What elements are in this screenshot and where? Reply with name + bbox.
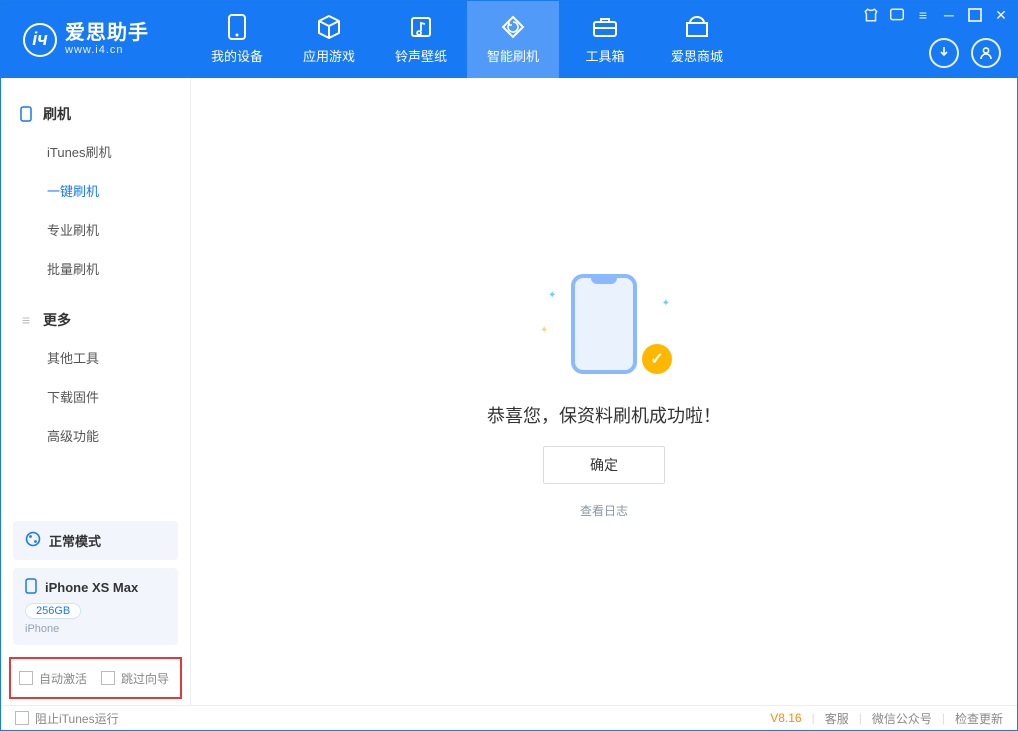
tab-label: 我的设备 xyxy=(211,46,263,65)
tab-mall[interactable]: 爱思商城 xyxy=(651,1,743,78)
app-header: iч 爱思助手 www.i4.cn 我的设备 应用游戏 铃声壁纸 智能刷机 工具… xyxy=(1,1,1017,78)
section-more: ≡ 更多 xyxy=(1,302,190,338)
tab-label: 应用游戏 xyxy=(303,46,355,65)
mode-label: 正常模式 xyxy=(49,531,101,550)
wechat-link[interactable]: 微信公众号 xyxy=(872,710,932,727)
storage-badge: 256GB xyxy=(25,603,81,619)
flash-items: iTunes刷机 一键刷机 专业刷机 批量刷机 xyxy=(1,132,190,288)
app-name: 爱思助手 xyxy=(65,22,149,44)
device-icon xyxy=(25,578,37,597)
cube-icon xyxy=(316,14,342,40)
sidebar-item-download-firmware[interactable]: 下载固件 xyxy=(47,377,190,416)
phone-icon xyxy=(19,107,33,121)
device-icon xyxy=(224,14,250,40)
ok-button[interactable]: 确定 xyxy=(543,446,665,484)
sparkle-icon: ✦ xyxy=(662,298,670,309)
tab-label: 铃声壁纸 xyxy=(395,46,447,65)
logo-icon: iч xyxy=(23,23,57,57)
download-button[interactable] xyxy=(929,38,959,68)
device-name: iPhone XS Max xyxy=(45,580,138,595)
toolbox-icon xyxy=(592,14,618,40)
sidebar-item-other-tools[interactable]: 其他工具 xyxy=(47,338,190,377)
footer: 阻止iTunes运行 V8.16 | 客服 | 微信公众号 | 检查更新 xyxy=(1,705,1017,730)
checkbox-block-itunes[interactable]: 阻止iTunes运行 xyxy=(15,710,119,727)
tab-toolbox[interactable]: 工具箱 xyxy=(559,1,651,78)
tab-label: 工具箱 xyxy=(585,46,624,65)
logo-text: 爱思助手 www.i4.cn xyxy=(65,22,149,56)
sidebar-item-pro-flash[interactable]: 专业刷机 xyxy=(47,210,190,249)
checkbox-icon xyxy=(101,671,115,685)
logo-area: iч 爱思助手 www.i4.cn xyxy=(1,22,191,56)
reflash-icon xyxy=(500,14,526,40)
tab-label: 爱思商城 xyxy=(671,46,723,65)
device-info-panel[interactable]: iPhone XS Max 256GB iPhone xyxy=(13,568,178,645)
app-url: www.i4.cn xyxy=(65,44,149,56)
checkbox-icon xyxy=(19,671,33,685)
minimize-icon[interactable]: ─ xyxy=(941,7,957,23)
list-icon: ≡ xyxy=(19,313,33,327)
section-title-label: 刷机 xyxy=(43,104,71,124)
maximize-icon[interactable] xyxy=(967,7,983,23)
version-label: V8.16 xyxy=(770,711,801,725)
menu-icon[interactable]: ≡ xyxy=(915,7,931,23)
sparkle-icon: ✦ xyxy=(548,290,556,301)
store-icon xyxy=(684,14,710,40)
tab-label: 智能刷机 xyxy=(487,46,539,65)
success-illustration: ✦ ✦ ✦ ✓ xyxy=(544,264,664,384)
window-controls: ≡ ─ ✕ xyxy=(863,7,1009,23)
customer-service-link[interactable]: 客服 xyxy=(825,710,849,727)
sidebar-item-oneclick-flash[interactable]: 一键刷机 xyxy=(47,171,190,210)
success-message: 恭喜您，保资料刷机成功啦！ xyxy=(487,402,721,428)
check-update-link[interactable]: 检查更新 xyxy=(955,710,1003,727)
view-log-link[interactable]: 查看日志 xyxy=(580,502,628,519)
section-title-label: 更多 xyxy=(43,310,71,330)
highlighted-options: 自动激活 跳过向导 xyxy=(9,657,182,699)
more-items: 其他工具 下载固件 高级功能 xyxy=(1,338,190,455)
feedback-icon[interactable] xyxy=(889,7,905,23)
main-content: ✦ ✦ ✦ ✓ 恭喜您，保资料刷机成功啦！ 确定 查看日志 xyxy=(191,78,1017,705)
sidebar-item-advanced[interactable]: 高级功能 xyxy=(47,416,190,455)
sidebar-item-itunes-flash[interactable]: iTunes刷机 xyxy=(47,132,190,171)
device-type: iPhone xyxy=(25,623,166,635)
header-actions xyxy=(929,38,1001,68)
checkbox-icon xyxy=(15,711,29,725)
checkbox-auto-activate[interactable]: 自动激活 xyxy=(19,670,87,687)
sparkle-icon: ✦ xyxy=(540,325,548,336)
section-flash: 刷机 xyxy=(1,96,190,132)
main-tabs: 我的设备 应用游戏 铃声壁纸 智能刷机 工具箱 爱思商城 xyxy=(191,1,743,78)
skin-icon[interactable] xyxy=(863,7,879,23)
tab-apps-games[interactable]: 应用游戏 xyxy=(283,1,375,78)
music-icon xyxy=(408,14,434,40)
mode-icon xyxy=(25,531,41,550)
tab-my-device[interactable]: 我的设备 xyxy=(191,1,283,78)
user-button[interactable] xyxy=(971,38,1001,68)
sidebar-item-batch-flash[interactable]: 批量刷机 xyxy=(47,249,190,288)
device-panels: 正常模式 iPhone XS Max 256GB iPhone xyxy=(13,521,178,645)
check-badge-icon: ✓ xyxy=(642,344,672,374)
close-icon[interactable]: ✕ xyxy=(993,7,1009,23)
app-body: 刷机 iTunes刷机 一键刷机 专业刷机 批量刷机 ≡ 更多 其他工具 下载固… xyxy=(1,78,1017,705)
tab-ringtone-wallpaper[interactable]: 铃声壁纸 xyxy=(375,1,467,78)
checkbox-skip-wizard[interactable]: 跳过向导 xyxy=(101,670,169,687)
device-mode-panel[interactable]: 正常模式 xyxy=(13,521,178,560)
tab-smart-flash[interactable]: 智能刷机 xyxy=(467,1,559,78)
phone-icon xyxy=(571,274,637,374)
sidebar: 刷机 iTunes刷机 一键刷机 专业刷机 批量刷机 ≡ 更多 其他工具 下载固… xyxy=(1,78,191,705)
